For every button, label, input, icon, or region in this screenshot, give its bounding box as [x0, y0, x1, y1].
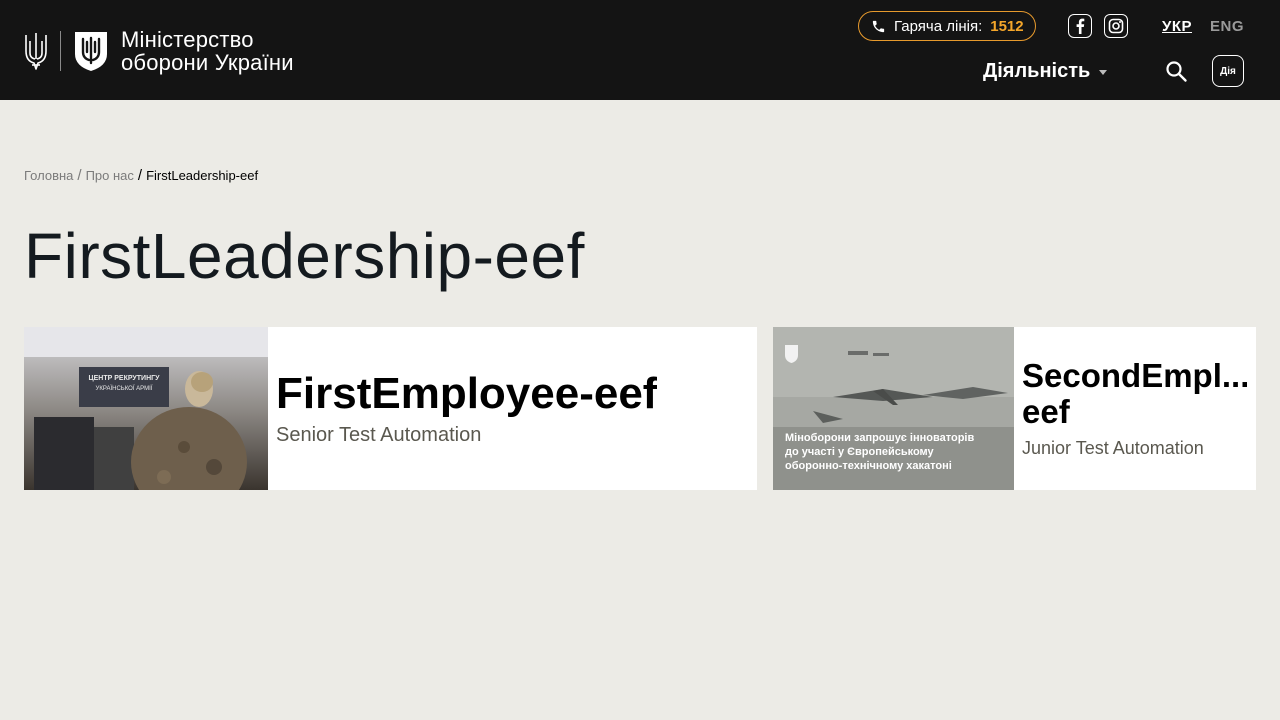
employee-info: SecondEmpl... eef Junior Test Automation — [1014, 327, 1247, 490]
employee-photo: ЦЕНТР РЕКРУТИНГУ УКРАЇНСЬКОЇ АРМІЇ — [24, 327, 268, 490]
chevron-down-icon — [1099, 70, 1108, 75]
instagram-icon — [1108, 18, 1124, 34]
employee-role: Junior Test Automation — [1022, 438, 1204, 458]
logo-divider — [60, 31, 61, 71]
instagram-link[interactable] — [1104, 14, 1128, 38]
nav-activity-dropdown[interactable]: Діяльність — [983, 60, 1108, 83]
site-header: Міністерство оборони України Гаряча ліні… — [0, 0, 1280, 100]
shield-icon — [75, 32, 107, 71]
breadcrumb-current: FirstLeadership-eef — [146, 168, 259, 183]
photo-caption-3: оборонно-технічному хакатоні — [785, 460, 952, 472]
lang-ukr-link[interactable]: УКР — [1162, 18, 1192, 35]
employee-card-first[interactable]: ЦЕНТР РЕКРУТИНГУ УКРАЇНСЬКОЇ АРМІЇ First… — [24, 327, 757, 490]
employee-info: FirstEmployee-eef Senior Test Automation — [268, 327, 657, 490]
breadcrumb-separator: / — [137, 167, 143, 184]
breadcrumb-about[interactable]: Про нас — [86, 168, 134, 183]
employee-name: SecondEmpl... eef — [1022, 358, 1247, 430]
ministry-logo[interactable]: Міністерство оборони України — [24, 28, 294, 74]
photo-caption-1: Міноборони запрошує інноваторів — [785, 432, 974, 444]
employee-card-second[interactable]: Міноборони запрошує інноваторів до участ… — [773, 327, 1256, 490]
search-icon[interactable] — [1164, 59, 1188, 83]
facebook-icon — [1076, 18, 1085, 34]
lang-eng-link[interactable]: ENG — [1210, 18, 1244, 35]
hotline-number: 1512 — [990, 17, 1024, 35]
photo-caption-1: ЦЕНТР РЕКРУТИНГУ — [89, 375, 161, 382]
nav-activity-label: Діяльність — [983, 60, 1091, 82]
employee-name: FirstEmployee-eef — [276, 369, 658, 418]
trident-icon — [25, 33, 47, 70]
hotline-button[interactable]: Гаряча лінія: 1512 — [858, 11, 1036, 41]
breadcrumb: Головна / Про нас / FirstLeadership-eef — [24, 167, 258, 184]
diia-button[interactable]: Дія — [1212, 55, 1244, 87]
photo-caption-2: УКРАЇНСЬКОЇ АРМІЇ — [96, 385, 153, 392]
phone-icon — [872, 20, 885, 32]
breadcrumb-home[interactable]: Головна — [24, 168, 73, 183]
page-title: FirstLeadership-eef — [24, 220, 585, 292]
logo-line-2: оборони України — [121, 50, 294, 75]
employee-name-line-2: eef — [1022, 394, 1070, 430]
facebook-link[interactable] — [1068, 14, 1092, 38]
hotline-label: Гаряча лінія: — [894, 17, 983, 35]
logo-line-1: Міністерство — [121, 27, 254, 52]
employee-role: Senior Test Automation — [276, 424, 482, 446]
employee-name-line-1: SecondEmpl... — [1022, 358, 1247, 394]
breadcrumb-separator: / — [77, 167, 82, 184]
employee-photo: Міноборони запрошує інноваторів до участ… — [773, 327, 1014, 490]
logo-text: Міністерство оборони України — [121, 28, 294, 74]
photo-caption-2: до участі у Європейському — [785, 446, 935, 458]
